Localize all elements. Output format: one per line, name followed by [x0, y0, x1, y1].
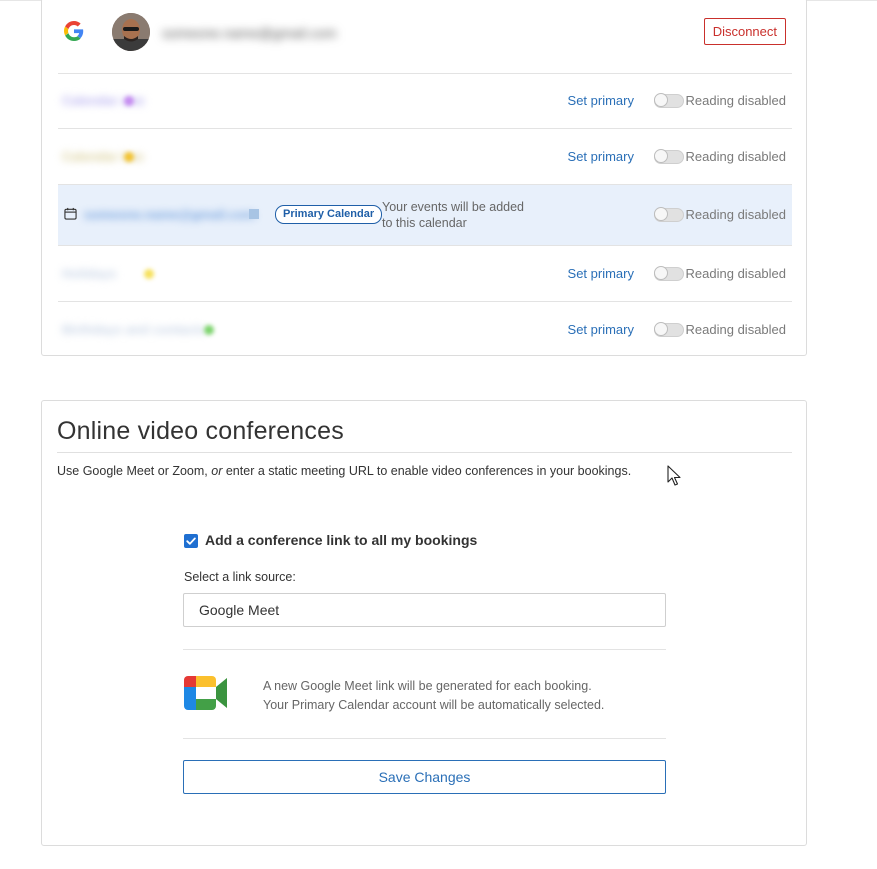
- reading-toggle[interactable]: [654, 93, 684, 108]
- reading-toggle[interactable]: [654, 322, 684, 337]
- google-meet-note: A new Google Meet link will be generated…: [263, 679, 605, 712]
- calendar-color-dot: [144, 269, 154, 279]
- set-primary-link[interactable]: Set primary: [568, 149, 634, 164]
- calendar-icon: [64, 207, 77, 220]
- reading-status: Reading disabled: [685, 207, 786, 222]
- mouse-cursor-icon: [667, 465, 681, 486]
- link-source-label: Select a link source:: [184, 570, 296, 584]
- section-title: Online video conferences: [57, 417, 344, 445]
- google-meet-icon: [184, 676, 227, 710]
- calendar-name: Birthdays and contacts: [62, 322, 206, 337]
- calendar-row: Holidays Set primary Reading disabled: [58, 246, 792, 302]
- reading-status: Reading disabled: [685, 266, 786, 281]
- calendar-color-dot: [124, 152, 134, 162]
- primary-calendar-note: Your events will be added to this calend…: [382, 200, 524, 230]
- conference-link-checkbox[interactable]: [184, 534, 198, 548]
- disconnect-button[interactable]: Disconnect: [703, 18, 786, 45]
- divider: [183, 738, 666, 739]
- calendar-connection-card: someone.name@gmail.com Disconnect Calend…: [41, 0, 807, 356]
- reading-status: Reading disabled: [685, 322, 786, 337]
- set-primary-link[interactable]: Set primary: [568, 266, 634, 281]
- calendar-color-square: [249, 209, 259, 219]
- divider: [183, 649, 666, 650]
- reading-toggle[interactable]: [654, 149, 684, 164]
- calendar-color-dot: [204, 325, 214, 335]
- set-primary-link[interactable]: Set primary: [568, 322, 634, 337]
- account-email: someone.name@gmail.com: [162, 25, 337, 41]
- title-divider: [57, 452, 792, 453]
- primary-calendar-badge: Primary Calendar: [275, 205, 383, 224]
- check-icon: [186, 537, 196, 545]
- account-row: someone.name@gmail.com Disconnect: [58, 0, 792, 74]
- calendar-row: Birthdays and contacts Set primary Readi…: [58, 302, 792, 357]
- video-conference-card: Online video conferences Use Google Meet…: [41, 400, 807, 846]
- calendar-row: Calendar one Set primary Reading disable…: [58, 73, 792, 129]
- reading-status: Reading disabled: [685, 149, 786, 164]
- conference-link-checkbox-label[interactable]: Add a conference link to all my bookings: [205, 532, 477, 548]
- calendar-row: Calendar two Set primary Reading disable…: [58, 129, 792, 185]
- calendar-name: someone.name@gmail.com: [84, 207, 256, 222]
- reading-toggle[interactable]: [654, 207, 684, 222]
- calendar-name: Holidays: [62, 266, 117, 281]
- reading-status: Reading disabled: [685, 93, 786, 108]
- save-changes-button[interactable]: Save Changes: [183, 760, 666, 794]
- section-description: Use Google Meet or Zoom, or enter a stat…: [57, 464, 632, 478]
- google-icon: [64, 21, 84, 41]
- link-source-select[interactable]: Google Meet: [183, 593, 666, 627]
- reading-toggle[interactable]: [654, 266, 684, 281]
- avatar: [112, 13, 150, 51]
- primary-calendar-row: someone.name@gmail.com Primary Calendar …: [58, 185, 792, 246]
- calendar-color-dot: [124, 96, 134, 106]
- set-primary-link[interactable]: Set primary: [568, 93, 634, 108]
